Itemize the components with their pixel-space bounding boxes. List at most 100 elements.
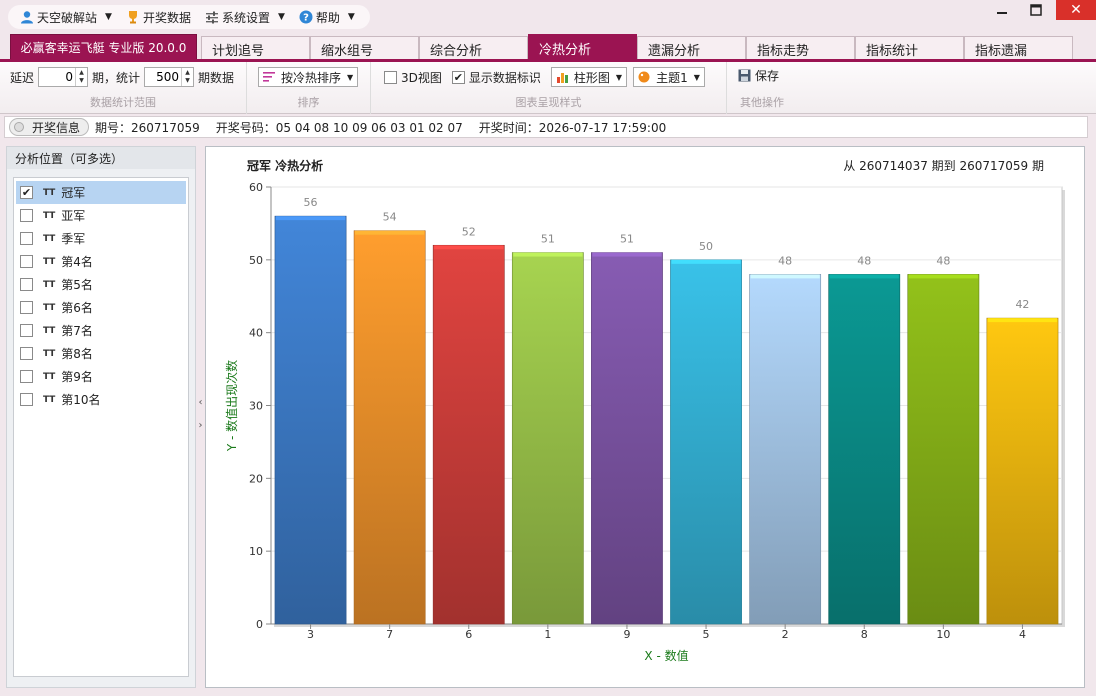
stepper-arrows-icon[interactable]: ▲ ▼ [75, 68, 87, 86]
checkmark-icon[interactable]: ✔ [451, 70, 465, 84]
x-tick-label: 10 [936, 628, 950, 641]
menu-settings[interactable]: 系统设置 ▼ [205, 9, 285, 26]
trophy-icon [128, 11, 137, 24]
data-label: 52 [462, 225, 476, 238]
tab-shrink-group[interactable]: 缩水组号 [310, 36, 419, 61]
stat-count-stepper[interactable]: ▲▼ [144, 67, 195, 87]
checkbox[interactable] [20, 209, 33, 222]
checkbox[interactable] [20, 370, 33, 383]
delay-label: 延迟 [10, 70, 35, 85]
sort-dropdown[interactable]: 按冷热排序 ▼ [258, 67, 359, 87]
show-labels-checkbox[interactable]: ✔ 显示数据标识 [451, 69, 541, 86]
group-chart-style: 3D视图 ✔ 显示数据标识 柱形图 ▼ 主题1 ▼ 图表呈现样式 [371, 62, 727, 114]
position-item[interactable]: ꓔꓔ 第5名 [16, 273, 186, 296]
tab-missing[interactable]: 遗漏分析 [637, 36, 746, 61]
checkbox[interactable] [20, 324, 33, 337]
text-type-icon: ꓔꓔ [43, 371, 56, 382]
bar [907, 274, 980, 625]
position-item-label: 亚军 [61, 209, 86, 223]
position-item[interactable]: ꓔꓔ 第9名 [16, 365, 186, 388]
position-item-label: 第4名 [61, 255, 93, 269]
menu-bar: 天空破解站 ▼ 开奖数据 系统设置 ▼ ? 帮助 ▼ ✕ [0, 0, 1096, 34]
x-tick-label: 2 [782, 628, 789, 641]
checkbox[interactable] [20, 255, 33, 268]
position-item[interactable]: ꓔꓔ 第7名 [16, 319, 186, 342]
y-tick-label: 10 [249, 545, 263, 558]
chevron-down-icon: ▼ [693, 72, 700, 82]
show-labels-label: 显示数据标识 [468, 70, 541, 85]
app-brand-tab: 必赢客幸运飞艇 专业版 20.0.0 [10, 34, 197, 61]
stepper-arrows-icon[interactable]: ▲ ▼ [181, 68, 193, 86]
draw-info-button[interactable]: 开奖信息 [9, 118, 90, 136]
checkmark-icon[interactable]: ✔ [20, 186, 33, 199]
checkbox[interactable] [20, 393, 33, 406]
tab-comprehensive[interactable]: 综合分析 [419, 36, 528, 61]
x-tick-label: 9 [623, 628, 630, 641]
tab-hot-cold[interactable]: 冷热分析 [528, 34, 637, 61]
stat-count-input[interactable] [145, 70, 182, 84]
position-item[interactable]: ꓔꓔ 第10名 [16, 388, 186, 411]
menu-user[interactable]: 天空破解站 ▼ [20, 9, 112, 26]
chart-type-dropdown[interactable]: 柱形图 ▼ [550, 67, 628, 87]
save-button[interactable]: 保存 [738, 67, 779, 84]
position-item-label: 第7名 [61, 324, 93, 338]
data-label: 48 [857, 254, 871, 267]
tab-indicator-stats[interactable]: 指标统计 [855, 36, 964, 61]
delay-input[interactable] [39, 70, 76, 84]
bar-chart: 0 10 20 30 40 50 60 56 3 54 7 52 6 51 1 51 9 50 5 48 2 48 8 48 1… [224, 181, 1065, 663]
view-3d-checkbox[interactable]: 3D视图 [384, 69, 442, 86]
view-3d-checkbox-box[interactable] [384, 70, 397, 84]
data-label: 51 [620, 233, 634, 246]
position-item[interactable]: ꓔꓔ 亚军 [16, 204, 186, 227]
position-item[interactable]: ꓔꓔ 季军 [16, 227, 186, 250]
group-title-data-range: 数据统计范围 [90, 96, 156, 109]
position-item[interactable]: ꓔꓔ 第6名 [16, 296, 186, 319]
bar-chart-icon [556, 73, 568, 83]
minimize-button[interactable] [990, 0, 1014, 20]
position-item[interactable]: ꓔꓔ 第8名 [16, 342, 186, 365]
y-tick-label: 30 [249, 400, 263, 413]
delay-stepper[interactable]: ▲▼ [38, 67, 89, 87]
text-type-icon: ꓔꓔ [43, 302, 56, 313]
chevron-right-icon[interactable]: › [199, 420, 203, 431]
chevron-down-icon: ▼ [347, 12, 355, 22]
position-item[interactable]: ꓔꓔ 第4名 [16, 250, 186, 273]
draw-numbers: 开奖号码：05 04 08 10 09 06 03 01 02 07 [215, 120, 463, 135]
save-label: 保存 [755, 69, 780, 83]
theme-dropdown[interactable]: 主题1 ▼ [633, 67, 705, 87]
bar-top-highlight [987, 318, 1058, 323]
chevron-down-icon: ▼ [105, 12, 112, 22]
menu-lottery-data[interactable]: 开奖数据 [126, 9, 191, 26]
maximize-button[interactable] [1024, 0, 1048, 20]
position-item-label: 冠军 [61, 186, 86, 200]
checkbox[interactable] [20, 278, 33, 291]
text-type-icon: ꓔꓔ [43, 325, 56, 336]
tab-plan-tracking[interactable]: 计划追号 [201, 36, 310, 61]
save-icon [738, 69, 751, 82]
menu-help-label: 帮助 [315, 10, 340, 25]
tab-indicator-missing[interactable]: 指标遗漏 [964, 36, 1073, 61]
bar [432, 244, 505, 625]
text-type-icon: ꓔꓔ [43, 187, 56, 198]
panel-splitter[interactable]: ‹ › [196, 384, 205, 444]
group-title-other: 其他操作 [740, 96, 784, 109]
close-button[interactable]: ✕ [1056, 0, 1096, 20]
position-item[interactable]: ✔ ꓔꓔ 冠军 [16, 181, 186, 204]
user-icon [21, 11, 33, 24]
bar-top-highlight [355, 230, 425, 235]
menu-lottery-data-label: 开奖数据 [142, 10, 191, 25]
bar-top-highlight [829, 274, 899, 279]
x-tick-label: 5 [703, 628, 710, 641]
checkbox[interactable] [20, 347, 33, 360]
position-item-label: 第10名 [61, 393, 101, 407]
tab-indicator-trend[interactable]: 指标走势 [746, 36, 855, 61]
x-axis-title: X - 数值 [644, 648, 688, 663]
settings-sliders-icon [205, 11, 218, 24]
chevron-left-icon[interactable]: ‹ [199, 397, 203, 408]
checkbox[interactable] [20, 232, 33, 245]
group-other: 保存 其他操作 [727, 62, 797, 114]
toolbar: 延迟 ▲▼ 期，统计 ▲▼ 期数据 数据统计范围 按冷热排序 ▼ 排序 [0, 62, 1096, 114]
checkbox[interactable] [20, 301, 33, 314]
menu-help[interactable]: ? 帮助 ▼ [299, 9, 355, 26]
radio-icon [14, 122, 24, 132]
